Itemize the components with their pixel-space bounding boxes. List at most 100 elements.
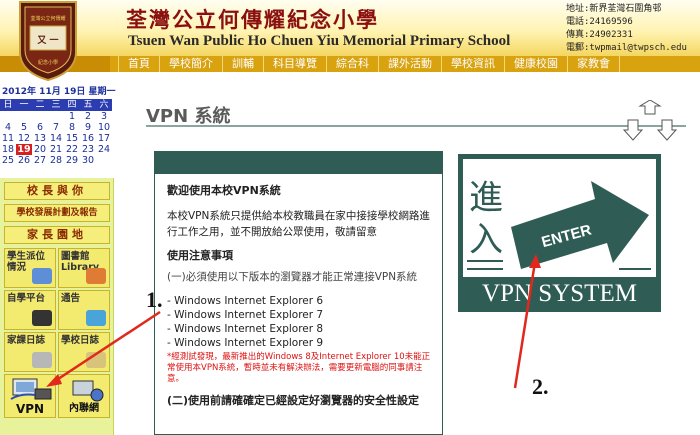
calendar-day[interactable]: 27 (32, 155, 48, 166)
calendar-day[interactable]: 14 (48, 133, 64, 144)
calendar-day[interactable]: 20 (32, 144, 48, 155)
menu-school-diary[interactable]: 學校日誌 (58, 332, 110, 372)
weekday-header: 二 (32, 99, 48, 111)
nav-guidance[interactable]: 訓輔 (223, 56, 264, 72)
calendar-day[interactable]: 16 (80, 133, 96, 144)
menu-principal[interactable]: 校長與你 (4, 182, 110, 200)
calendar-day[interactable]: 9 (80, 122, 96, 133)
menu-school-development[interactable]: 學校發展計劃及報告 (4, 204, 110, 222)
security-setting-heading: (二)使用前請確確定已經設定好瀏覽器的安全性設定 (167, 394, 420, 407)
vpn-content-panel: 歡迎使用本校VPN系統 本校VPN系統只提供給本校教職員在家中接接學校網路進行工… (154, 151, 443, 435)
browser-item: - Windows Internet Explorer 9 (167, 337, 324, 349)
weekday-header: 六 (96, 99, 112, 111)
nav-school-intro[interactable]: 學校簡介 (160, 56, 223, 72)
headset-icon (32, 310, 52, 326)
calendar-day[interactable]: 1 (64, 111, 80, 122)
menu-student-allocation[interactable]: 學生派位情況 (4, 248, 56, 288)
menu-circulars[interactable]: 通告 (58, 290, 110, 330)
calendar-day (96, 155, 112, 166)
contact-phone: 電話:24169596 (566, 17, 633, 27)
calendar-day[interactable]: 13 (32, 133, 48, 144)
calendar-day[interactable]: 21 (48, 144, 64, 155)
menu-tile-label: 通告 (61, 293, 81, 304)
calendar-day[interactable]: 5 (16, 122, 32, 133)
pen-icon (32, 352, 52, 368)
vpn-system-label: VPN SYSTEM (482, 280, 637, 307)
menu-tile-label: 家課日誌 (7, 335, 46, 346)
weekday-header: 三 (48, 99, 64, 111)
diary-icon (86, 352, 106, 368)
calendar-day[interactable]: 30 (80, 155, 96, 166)
calendar-day[interactable]: 18 (0, 144, 16, 155)
calendar-day[interactable]: 26 (16, 155, 32, 166)
calendar-day[interactable]: 10 (96, 122, 112, 133)
menu-homework-diary[interactable]: 家課日誌 (4, 332, 56, 372)
nav-items: 首頁 學校簡介 訓輔 科目導覽 綜合科 課外活動 學校資訊 健康校園 家教會 (118, 56, 620, 72)
nav-healthy-campus[interactable]: 健康校園 (505, 56, 568, 72)
menu-tile-label: VPN (15, 402, 45, 416)
calendar-day[interactable]: 28 (48, 155, 64, 166)
nav-subjects[interactable]: 科目導覽 (264, 56, 327, 72)
calendar-day[interactable]: 17 (96, 133, 112, 144)
calendar-day[interactable]: 15 (64, 133, 80, 144)
notice-icon (86, 310, 106, 326)
weekday-header: 一 (16, 99, 32, 111)
nav-school-info[interactable]: 學校資訊 (442, 56, 505, 72)
nav-extracurricular[interactable]: 課外活動 (379, 56, 442, 72)
svg-text:荃灣公立何傳耀: 荃灣公立何傳耀 (30, 15, 65, 22)
contact-info: 地址:新界荃灣石圍角邨 電話:24169596 傳真:24902331 電郵:t… (566, 3, 687, 55)
calendar-day[interactable]: 23 (80, 144, 96, 155)
menu-library[interactable]: 圖書館 Library (58, 248, 110, 288)
menu-self-learning[interactable]: 自學平台 (4, 290, 56, 330)
menu-vpn[interactable]: VPN (4, 374, 56, 418)
vpn-banner-inner: 進 入 ENTER (463, 159, 656, 277)
document-icon (32, 268, 52, 284)
menu-intranet[interactable]: 內聯網 (58, 374, 110, 418)
site-header: 荃灣公立何傳耀 又 一 紀念小學 荃灣公立何傳耀紀念小學 Tsuen Wan P… (0, 0, 700, 82)
enter-arrow-icon[interactable]: 進 入 ENTER (463, 159, 656, 277)
school-name-english: Tsuen Wan Public Ho Chuen Yiu Memorial P… (128, 33, 511, 49)
nav-pta[interactable]: 家教會 (568, 56, 620, 72)
vpn-cn-char-2: 入 (469, 220, 503, 260)
calendar-day (32, 111, 48, 122)
nav-home[interactable]: 首頁 (118, 56, 160, 72)
calendar-day[interactable]: 7 (48, 122, 64, 133)
vpn-enter-banner[interactable]: 進 入 ENTER VPN SYSTEM (458, 154, 661, 312)
calendar-title: 2012年 11月 19日 星期一 (2, 87, 116, 97)
calendar-day[interactable]: 25 (0, 155, 16, 166)
contact-email: 電郵:twpmail@twpsch.edu (566, 43, 687, 53)
calendar-day-today[interactable]: 19 (16, 144, 32, 155)
calendar-day[interactable]: 12 (16, 133, 32, 144)
compatibility-warning: *經測試發現，最新推出的Windows 8及Internet Explorer … (167, 352, 431, 384)
menu-tile-label: 內聯網 (69, 403, 99, 414)
school-logo[interactable]: 荃灣公立何傳耀 又 一 紀念小學 (16, 0, 80, 82)
calendar: 2012年 11月 19日 星期一 日 一 二 三 四 五 六 1 2 3 4 … (0, 86, 116, 166)
calendar-day[interactable]: 3 (96, 111, 112, 122)
annotation-label-2: 2. (532, 374, 549, 399)
main-nav: 首頁 學校簡介 訓輔 科目導覽 綜合科 課外活動 學校資訊 健康校園 家教會 (0, 56, 700, 72)
weekday-header: 四 (64, 99, 80, 111)
calendar-day[interactable]: 11 (0, 133, 16, 144)
calendar-grid: 日 一 二 三 四 五 六 1 2 3 4 5 6 7 8 9 10 11 12… (0, 99, 112, 166)
calendar-day[interactable]: 4 (0, 122, 16, 133)
contact-address: 地址:新界荃灣石圍角邨 (566, 4, 662, 14)
calendar-day[interactable]: 24 (96, 144, 112, 155)
contact-fax: 傳真:24902331 (566, 30, 633, 40)
calendar-day[interactable]: 29 (64, 155, 80, 166)
left-menu: 校長與你 學校發展計劃及報告 家長園地 學生派位情況 圖書館 Library 自… (0, 178, 114, 435)
title-divider (146, 125, 686, 127)
calendar-day[interactable]: 8 (64, 122, 80, 133)
calendar-day[interactable]: 6 (32, 122, 48, 133)
browser-item: - Windows Internet Explorer 6 (167, 295, 324, 307)
calendar-day[interactable]: 2 (80, 111, 96, 122)
browser-list: - Windows Internet Explorer 6 - Windows … (167, 294, 432, 350)
scroll-arrows-icon[interactable] (620, 100, 680, 145)
calendar-day[interactable]: 22 (64, 144, 80, 155)
content-panel-header (155, 152, 442, 174)
menu-tile-label: 自學平台 (7, 293, 46, 304)
nav-general-studies[interactable]: 綜合科 (327, 56, 379, 72)
content-panel-body: 歡迎使用本校VPN系統 本校VPN系統只提供給本校教職員在家中接接學校網路進行工… (155, 174, 442, 409)
calendar-day (16, 111, 32, 122)
browser-requirement: (一)必須使用以下版本的瀏覽器才能正常連接VPN系統 (167, 271, 418, 283)
menu-parents-corner[interactable]: 家長園地 (4, 226, 110, 244)
